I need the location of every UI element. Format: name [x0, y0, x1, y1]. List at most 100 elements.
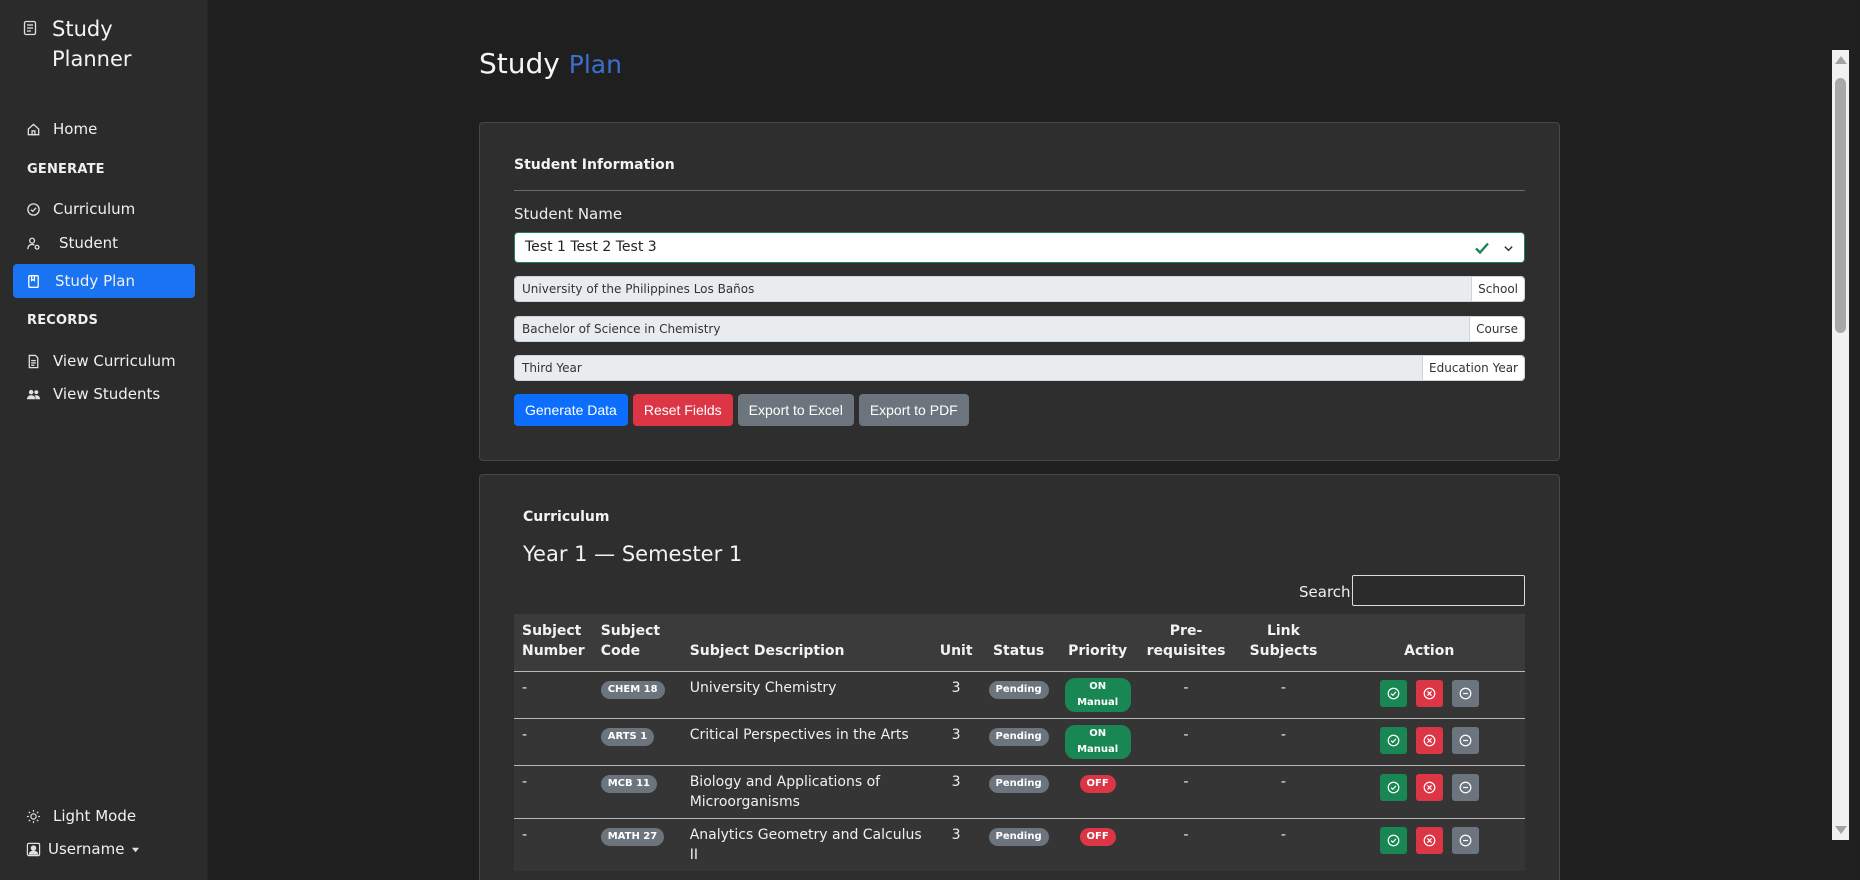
mark-dropped-button[interactable] [1451, 727, 1479, 754]
education-year-value: Third Year [515, 356, 1423, 380]
generate-data-button[interactable]: Generate Data [514, 394, 628, 426]
mark-dropped-button[interactable] [1451, 774, 1479, 801]
home-icon [27, 122, 40, 135]
mark-failed-button[interactable] [1415, 680, 1443, 707]
dash-circle-icon [1459, 734, 1472, 747]
cell-description: University Chemistry [689, 680, 837, 696]
curriculum-table: Subject Number Subject Code Subject Desc… [514, 614, 1525, 871]
check-circle-icon [1387, 687, 1400, 700]
cell-description: Biology and Applications of Microorganis… [689, 774, 881, 810]
col-subject-number[interactable]: Subject Number [514, 614, 593, 672]
reset-fields-button[interactable]: Reset Fields [632, 394, 733, 426]
education-year-field[interactable]: Third Year Education Year [514, 355, 1525, 381]
mark-failed-button[interactable] [1415, 774, 1443, 801]
student-info-title: Student Information [514, 157, 675, 173]
col-subject-code[interactable]: Subject Code [593, 614, 682, 672]
row-actions [1341, 725, 1517, 754]
nav-view-curriculum[interactable]: View Curriculum [13, 344, 195, 378]
chevron-down-icon [1504, 246, 1513, 252]
file-text-icon [28, 354, 39, 368]
col-action: Action [1404, 643, 1455, 659]
cell-number: - [522, 827, 528, 843]
student-name-select[interactable]: Test 1 Test 2 Test 3 [514, 232, 1525, 263]
mark-passed-button[interactable] [1379, 827, 1407, 854]
mark-failed-button[interactable] [1415, 827, 1443, 854]
priority-badge[interactable]: OFF [1079, 775, 1116, 793]
subject-code-badge: MCB 11 [600, 775, 658, 793]
cell-number: - [522, 727, 528, 743]
row-actions [1341, 678, 1517, 707]
scroll-down-arrow[interactable] [1835, 826, 1847, 834]
nav-heading-records: RECORDS [27, 313, 99, 328]
check-circle-icon [27, 202, 40, 216]
brand-title: Study Planner [52, 17, 132, 71]
mark-failed-button[interactable] [1415, 727, 1443, 754]
search-input[interactable] [1352, 575, 1525, 606]
nav-student-label: Student [59, 234, 119, 252]
theme-toggle[interactable]: Light Mode [13, 799, 195, 833]
course-field[interactable]: Bachelor of Science in Chemistry Course [514, 316, 1525, 342]
page-scrollbar[interactable] [1832, 50, 1849, 840]
mark-dropped-button[interactable] [1451, 827, 1479, 854]
student-info-card: Student Information Student Name Test 1 … [479, 122, 1560, 461]
subject-code-badge: MATH 27 [600, 828, 665, 846]
nav-home[interactable]: Home [13, 112, 195, 146]
student-name-value: Test 1 Test 2 Test 3 [525, 239, 657, 255]
priority-badge[interactable]: OFF [1079, 828, 1116, 846]
export-pdf-button[interactable]: Export to PDF [858, 394, 969, 426]
nav-view-curriculum-label: View Curriculum [53, 352, 176, 370]
table-row: - ARTS 1 Critical Perspectives in the Ar… [514, 718, 1525, 766]
col-link-subjects[interactable]: Link Subjects [1233, 614, 1333, 672]
user-square-icon [26, 842, 41, 856]
nav-study-plan-label: Study Plan [55, 272, 135, 290]
scrollbar-thumb[interactable] [1835, 78, 1846, 333]
cell-unit: 3 [951, 827, 961, 843]
row-actions [1341, 825, 1517, 854]
cell-link-subjects: - [1280, 727, 1286, 743]
school-field[interactable]: University of the Philippines Los Baños … [514, 276, 1525, 302]
nav-home-label: Home [53, 120, 98, 138]
mark-passed-button[interactable] [1379, 774, 1407, 801]
col-subject-description[interactable]: Subject Description [682, 614, 932, 672]
x-circle-icon [1423, 687, 1436, 700]
action-buttons: Generate Data Reset Fields Export to Exc… [514, 394, 969, 426]
export-excel-button[interactable]: Export to Excel [737, 394, 854, 426]
dash-circle-icon [1459, 834, 1472, 847]
dash-circle-icon [1459, 687, 1472, 700]
page-title: Study Plan [479, 47, 622, 80]
cell-unit: 3 [951, 727, 961, 743]
priority-badge[interactable]: ON Manual [1064, 725, 1131, 759]
nav-curriculum[interactable]: Curriculum [13, 192, 195, 226]
cell-unit: 3 [951, 774, 961, 790]
col-priority[interactable]: Priority [1057, 614, 1139, 672]
nav-study-plan[interactable]: Study Plan [13, 264, 195, 298]
cell-unit: 3 [951, 680, 961, 696]
priority-badge[interactable]: ON Manual [1064, 678, 1131, 712]
mark-passed-button[interactable] [1379, 680, 1407, 707]
col-unit[interactable]: Unit [932, 614, 981, 672]
mark-dropped-button[interactable] [1451, 680, 1479, 707]
nav-student[interactable]: Student [13, 226, 195, 260]
school-addon: School [1471, 277, 1524, 301]
nav-heading-generate: GENERATE [27, 162, 105, 177]
journal-icon [28, 274, 39, 288]
table-header-row: Subject Number Subject Code Subject Desc… [514, 614, 1525, 672]
nav-view-students-label: View Students [53, 385, 161, 403]
student-name-label: Student Name [514, 205, 623, 223]
check-circle-icon [1387, 734, 1400, 747]
col-status[interactable]: Status [981, 614, 1057, 672]
mark-passed-button[interactable] [1379, 727, 1407, 754]
theme-toggle-label: Light Mode [53, 807, 137, 825]
user-menu[interactable]: Username [13, 832, 195, 866]
nav-view-students[interactable]: View Students [13, 377, 195, 411]
cell-prerequisites: - [1183, 827, 1189, 843]
check-circle-icon [1387, 834, 1400, 847]
status-badge: Pending [988, 828, 1049, 846]
divider [514, 190, 1525, 191]
scroll-up-arrow[interactable] [1835, 56, 1847, 64]
brand[interactable]: Study Planner [22, 14, 162, 74]
x-circle-icon [1423, 781, 1436, 794]
col-prerequisites[interactable]: Pre-requisites [1139, 614, 1234, 672]
page-title-main: Study [479, 47, 560, 80]
valid-check-icon [1475, 242, 1489, 255]
